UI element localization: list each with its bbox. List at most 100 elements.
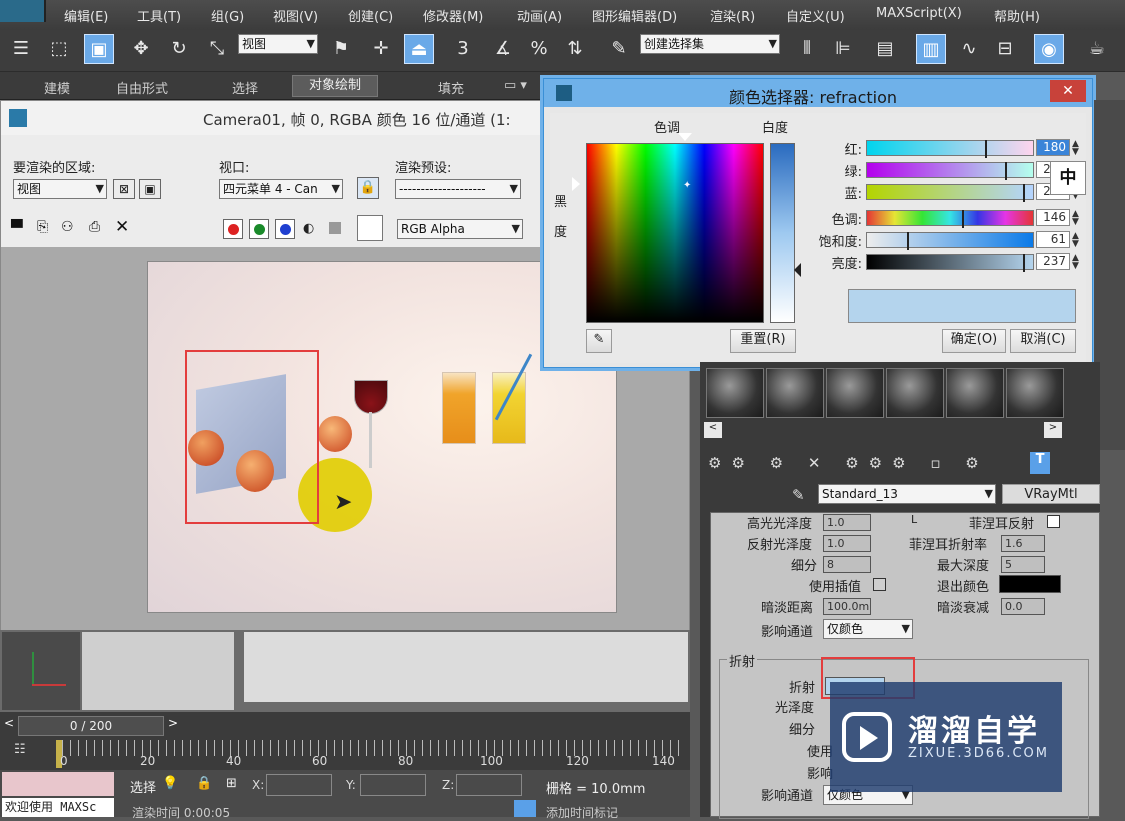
dim-distance-input[interactable]: 100.0m <box>823 598 871 615</box>
alpha-toggle-icon[interactable]: ◐ <box>303 221 314 236</box>
affect-channels-select[interactable]: 仅颜色 ▼ <box>823 619 913 639</box>
tab-freeform[interactable]: 自由形式 <box>116 78 168 97</box>
prev-frame-icon[interactable]: < <box>0 716 18 736</box>
tab-populate[interactable]: 填充 <box>438 78 464 97</box>
menu-modifiers[interactable]: 修改器(M) <box>423 6 483 25</box>
window-crossing-icon[interactable]: ▣ <box>84 34 114 64</box>
abs-mode-icon[interactable]: ⊞ <box>226 776 237 791</box>
app-logo[interactable] <box>0 0 46 22</box>
track-bar-icon[interactable]: ☷ <box>14 742 26 757</box>
render-preset-select[interactable]: -------------------- ▼ <box>395 179 521 199</box>
x-coord-input[interactable] <box>266 774 332 796</box>
selection-lock-icon[interactable]: 🔒 <box>196 776 212 791</box>
color-swatch[interactable] <box>357 215 383 241</box>
eyedropper-icon[interactable]: ✎ <box>586 329 612 353</box>
menu-edit[interactable]: 编辑(E) <box>64 6 108 25</box>
viewport-thumbnail[interactable] <box>244 632 688 702</box>
saturation-spinner[interactable]: ▲ ▼ <box>1072 232 1079 249</box>
hue-spinner[interactable]: ▲ ▼ <box>1072 210 1079 227</box>
next-frame-icon[interactable]: > <box>164 716 182 736</box>
exit-color-swatch[interactable] <box>999 575 1061 593</box>
print-icon[interactable]: ⎙ <box>89 219 100 235</box>
menu-rendering[interactable]: 渲染(R) <box>710 6 755 25</box>
hue-value-input[interactable]: 146 <box>1036 209 1070 226</box>
whiteness-pointer[interactable] <box>794 263 801 277</box>
render-setup-icon[interactable]: ☕ <box>1082 34 1112 64</box>
pivot-icon[interactable]: ⚑ <box>326 34 356 64</box>
cancel-button[interactable]: 取消(C) <box>1010 329 1076 353</box>
subdivs-input[interactable]: 8 <box>823 556 871 573</box>
area-to-render-select[interactable]: 视图 ▼ <box>13 179 107 199</box>
isolate-icon[interactable]: 💡 <box>162 776 178 791</box>
copy-image-icon[interactable]: ⎘ <box>37 219 48 235</box>
tab-object-paint[interactable]: 对象绘制 <box>292 75 379 97</box>
scroll-right-icon[interactable]: > <box>1044 422 1062 438</box>
display-channel-select[interactable]: RGB Alpha ▼ <box>397 219 523 239</box>
gizmo-viewport[interactable] <box>2 632 80 710</box>
value-slider[interactable] <box>866 254 1034 272</box>
fresnel-ior-input[interactable]: 1.6 <box>1001 535 1045 552</box>
clear-icon[interactable]: ✕ <box>115 217 129 237</box>
rect-select-icon[interactable]: ⬚ <box>44 34 74 64</box>
menu-create[interactable]: 创建(C) <box>348 6 393 25</box>
menu-maxscript[interactable]: MAXScript(X) <box>876 6 962 21</box>
menu-animation[interactable]: 动画(A) <box>517 6 562 25</box>
blue-channel-toggle[interactable] <box>275 219 295 239</box>
blue-slider[interactable] <box>866 184 1034 202</box>
ime-badge[interactable]: 中 <box>1050 161 1086 195</box>
angle-snap-icon[interactable]: ∡ <box>488 34 518 64</box>
menu-customize[interactable]: 自定义(U) <box>786 6 845 25</box>
z-coord-input[interactable] <box>456 774 522 796</box>
hue-pointer[interactable] <box>678 133 692 141</box>
named-selection-set[interactable]: 创建选择集 ▼ <box>640 34 780 54</box>
menu-view[interactable]: 视图(V) <box>273 6 318 25</box>
mirror-icon[interactable]: ⫴ <box>792 34 822 64</box>
manipulate-icon[interactable]: ✛ <box>366 34 396 64</box>
whiteness-bar[interactable] <box>770 143 795 323</box>
use-interp-checkbox[interactable] <box>873 578 886 591</box>
layer-icon[interactable]: ▤ <box>870 34 900 64</box>
material-editor-icon[interactable]: ◉ <box>1034 34 1064 64</box>
picker-crosshair[interactable]: ✦ <box>683 180 691 191</box>
material-type-button[interactable]: VRayMtl <box>1002 484 1100 504</box>
menu-help[interactable]: 帮助(H) <box>994 6 1040 25</box>
select-list-icon[interactable]: ☰ <box>6 34 36 64</box>
auto-region-icon[interactable]: ▣ <box>139 179 161 199</box>
pick-material-icon[interactable]: ✎ <box>792 486 805 504</box>
red-spinner[interactable]: ▲ ▼ <box>1072 140 1079 157</box>
maxscript-listener[interactable] <box>2 772 114 796</box>
red-channel-toggle[interactable] <box>223 219 243 239</box>
y-coord-input[interactable] <box>360 774 426 796</box>
hue-spectrum[interactable]: ✦ <box>586 143 764 323</box>
hilight-gloss-input[interactable]: 1.0 <box>823 514 871 531</box>
saturation-slider[interactable] <box>866 232 1034 250</box>
viewport-thumbnail[interactable] <box>82 632 234 710</box>
material-slot[interactable] <box>706 368 764 418</box>
dim-falloff-input[interactable]: 0.0 <box>1001 598 1045 615</box>
viewport-select[interactable]: 四元菜单 4 - Can ▼ <box>219 179 343 199</box>
edit-region-icon[interactable]: ⊠ <box>113 179 135 199</box>
value-value-input[interactable]: 237 <box>1036 253 1070 270</box>
spinner-snap-icon[interactable]: ⇅ <box>560 34 590 64</box>
lock-icon[interactable]: 🔒 <box>357 177 379 199</box>
schematic-view-icon[interactable]: ⊟ <box>990 34 1020 64</box>
ok-button[interactable]: 确定(O) <box>942 329 1006 353</box>
menu-group[interactable]: 组(G) <box>211 6 244 25</box>
fresnel-checkbox[interactable] <box>1047 515 1060 528</box>
green-channel-toggle[interactable] <box>249 219 269 239</box>
value-spinner[interactable]: ▲ ▼ <box>1072 254 1079 271</box>
clone-window-icon[interactable]: ⚇ <box>61 219 74 235</box>
lock-L[interactable]: L <box>911 513 917 526</box>
scene-explorer-icon[interactable]: ▥ <box>916 34 946 64</box>
time-tag-icon[interactable] <box>514 800 536 817</box>
ribbon-options-icon[interactable]: ▭ ▾ <box>504 78 527 93</box>
scroll-left-icon[interactable]: < <box>704 422 722 438</box>
blackness-pointer[interactable] <box>572 177 580 191</box>
tab-modeling[interactable]: 建模 <box>44 78 70 97</box>
green-slider[interactable] <box>866 162 1034 180</box>
hue-slider[interactable] <box>866 210 1034 228</box>
track-ruler[interactable] <box>62 740 686 756</box>
red-value-input[interactable]: 180 <box>1036 139 1070 156</box>
align-icon[interactable]: ⊫ <box>828 34 858 64</box>
add-time-tag[interactable]: 添加时间标记 <box>546 804 618 821</box>
